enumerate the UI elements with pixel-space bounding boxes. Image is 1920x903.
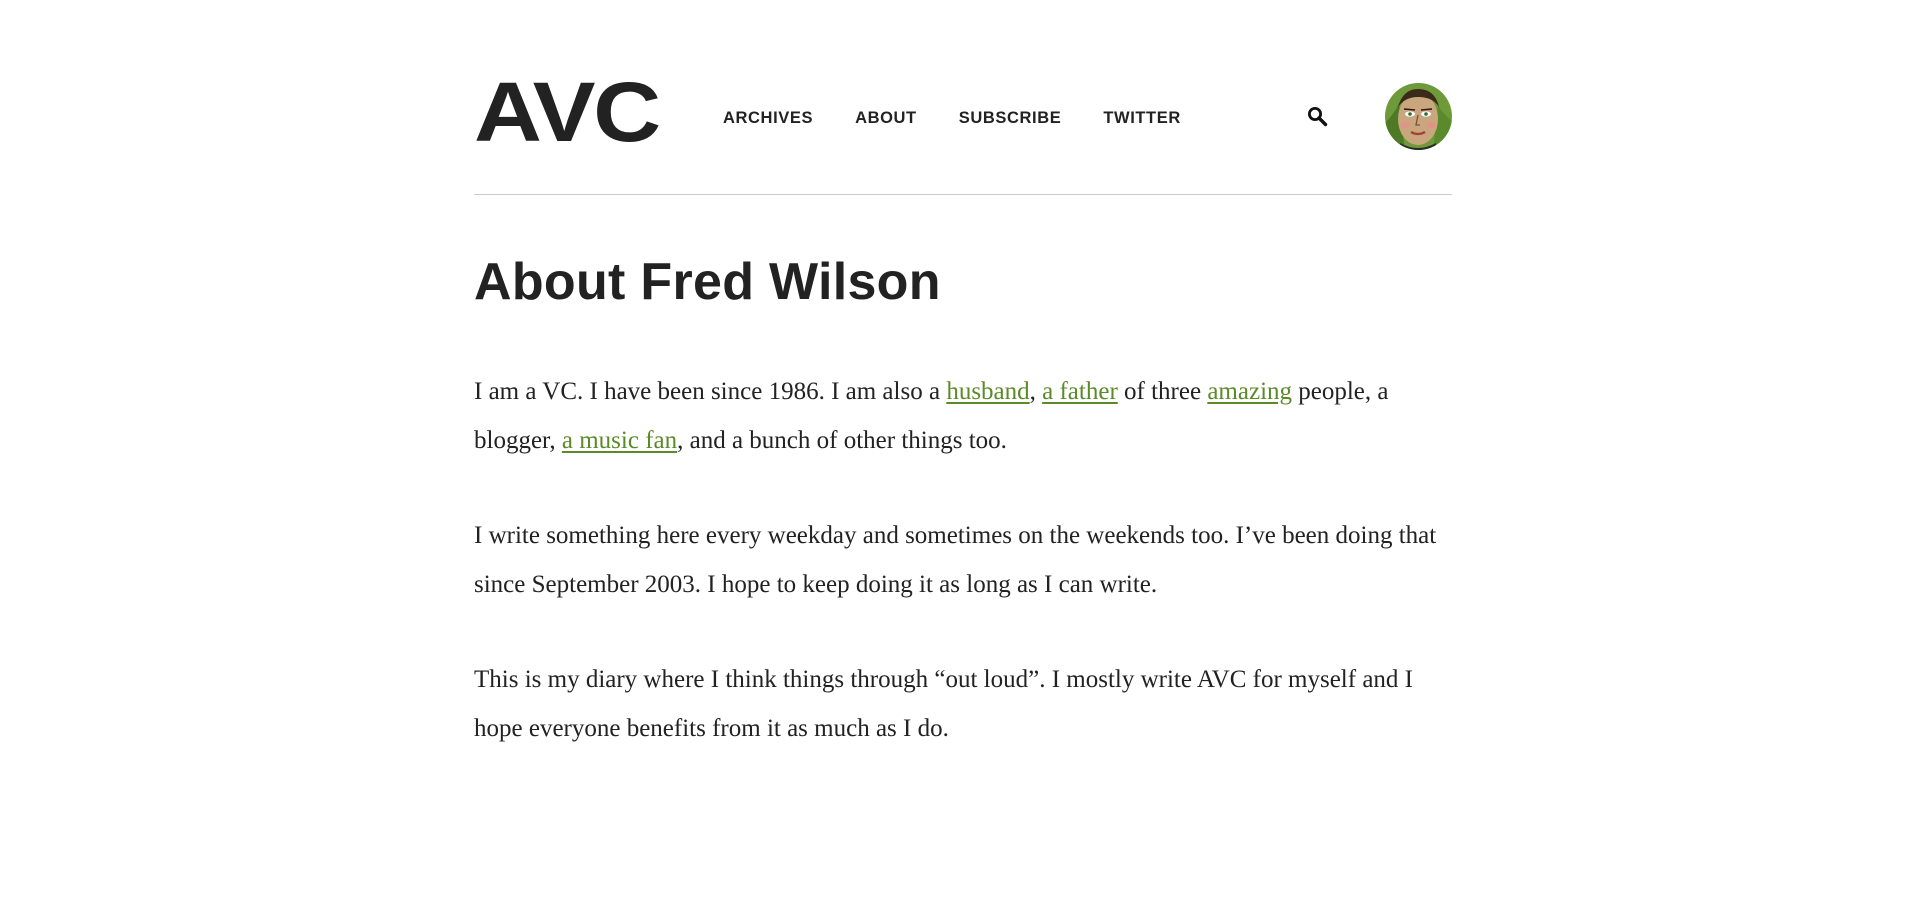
avatar[interactable] xyxy=(1385,83,1452,150)
link-a-father[interactable]: a father xyxy=(1042,378,1118,405)
page-container: AVC ARCHIVES ABOUT SUBSCRIBE TWITTER Abo… xyxy=(474,0,1452,742)
text-span: I am a VC. I have been since 1986. I am … xyxy=(474,378,947,405)
site-header: AVC ARCHIVES ABOUT SUBSCRIBE TWITTER xyxy=(474,0,1452,195)
main-nav: ARCHIVES ABOUT SUBSCRIBE TWITTER xyxy=(723,108,1223,128)
page-title: About Fred Wilson xyxy=(474,253,941,311)
paragraph-1: I am a VC. I have been since 1986. I am … xyxy=(474,367,1452,465)
link-husband[interactable]: husband xyxy=(946,378,1029,405)
paragraph-3: This is my diary where I think things th… xyxy=(474,666,1414,742)
link-music-fan[interactable]: a music fan xyxy=(562,427,677,454)
nav-twitter[interactable]: TWITTER xyxy=(1103,108,1181,128)
paragraph-2: I write something here every weekday and… xyxy=(474,522,1437,598)
text-span: of three xyxy=(1117,378,1208,405)
site-logo[interactable]: AVC xyxy=(474,70,661,154)
text-span: , xyxy=(1029,378,1043,405)
nav-subscribe[interactable]: SUBSCRIBE xyxy=(959,108,1062,128)
search-icon[interactable] xyxy=(1306,105,1330,129)
link-amazing[interactable]: amazing xyxy=(1207,378,1292,405)
text-span: , and a bunch of other things too. xyxy=(677,427,1007,454)
article-body: I am a VC. I have been since 1986. I am … xyxy=(474,367,1452,799)
nav-archives[interactable]: ARCHIVES xyxy=(723,108,813,128)
nav-about[interactable]: ABOUT xyxy=(855,108,917,128)
